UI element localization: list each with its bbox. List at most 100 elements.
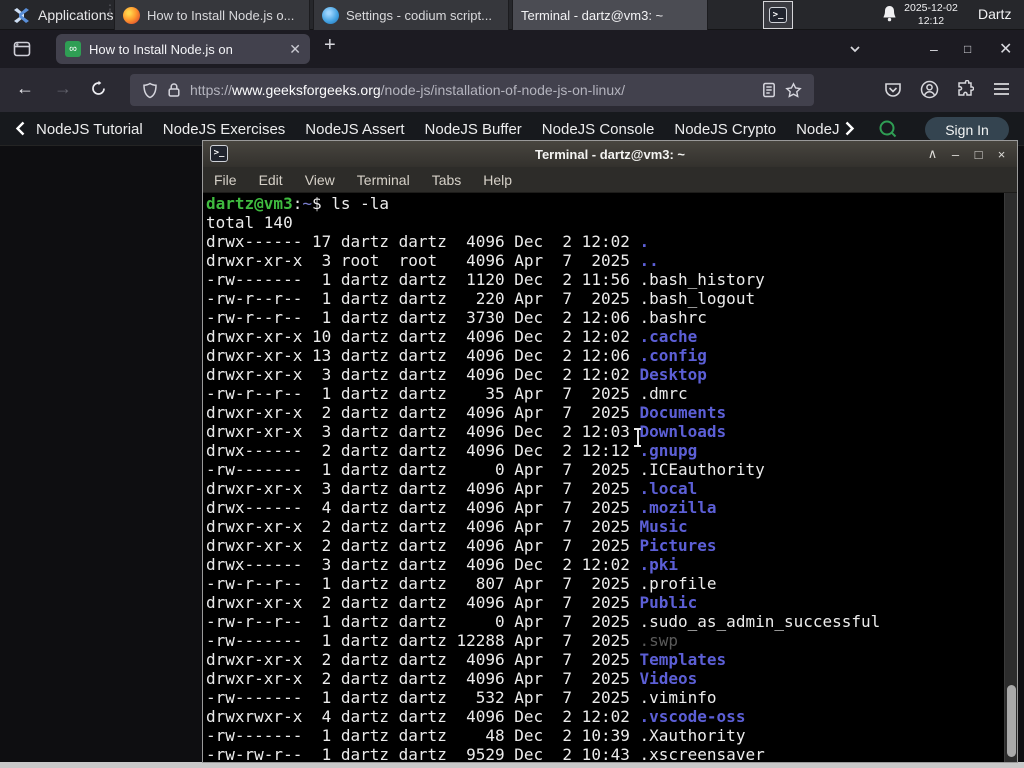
terminal-screen[interactable]: dartz@vm3:~$ ls -la total 140 drwx------ 1…: [203, 193, 1017, 762]
nav-item-nodejs-dns[interactable]: NodeJS DNS: [796, 121, 840, 138]
padlock-icon[interactable]: [167, 82, 181, 98]
listing-row: drwx------ 17 dartz dartz 4096 Dec 2 12:…: [206, 232, 650, 251]
listing-row: -rw-rw-r-- 1 dartz dartz 9529 Dec 2 10:4…: [206, 745, 765, 762]
desktop: Applications ⋮ ⋮ How to Install Node.js o…: [0, 0, 1024, 768]
window-close-button[interactable]: ✕: [999, 30, 1012, 68]
back-button[interactable]: ←: [16, 78, 34, 99]
task-title: Settings - codium script...: [346, 7, 492, 23]
terminal-maximize-button[interactable]: □: [967, 141, 990, 167]
task-button-terminal[interactable]: >_ Terminal - dartz@vm3: ~: [316, 0, 1024, 763]
url-bar[interactable]: https://www.geeksforgeeks.org/node-js/in…: [130, 74, 814, 106]
notification-bell-icon[interactable]: [882, 5, 897, 22]
listing-row: -rw------- 1 dartz dartz 0 Apr 7 2025 .I…: [206, 460, 765, 479]
extensions-puzzle-icon[interactable]: [956, 80, 974, 98]
codium-icon: [322, 6, 339, 24]
mouse-cursor-ibeam: [633, 428, 642, 449]
window-restore-button[interactable]: □: [964, 30, 971, 68]
window-minimize-button[interactable]: –: [930, 30, 938, 68]
bookmark-star-icon[interactable]: [785, 81, 802, 99]
task-title: How to Install Node.js o...: [147, 7, 295, 23]
nav-scroll-right-icon[interactable]: [843, 121, 856, 136]
geeksforgeeks-favicon-icon: ∞: [65, 41, 81, 57]
listing-row: drwxr-xr-x 2 dartz dartz 4096 Apr 7 2025…: [206, 517, 688, 536]
terminal-scrollbar-thumb[interactable]: [1007, 685, 1016, 757]
reader-mode-icon[interactable]: [762, 82, 776, 98]
firefox-icon: [123, 6, 140, 24]
listing-row: -rw------- 1 dartz dartz 12288 Apr 7 202…: [206, 631, 679, 650]
panel-clock[interactable]: 2025-12-02 12:12: [903, 2, 959, 28]
forward-button[interactable]: →: [54, 78, 72, 99]
new-tab-button[interactable]: +: [324, 34, 336, 57]
listing-row: drwxr-xr-x 10 dartz dartz 4096 Dec 2 12:…: [206, 327, 698, 346]
terminal-menu-file[interactable]: File: [203, 172, 248, 188]
listing-row: drwx------ 2 dartz dartz 4096 Dec 2 12:1…: [206, 441, 698, 460]
listing-row: drwx------ 3 dartz dartz 4096 Dec 2 12:0…: [206, 555, 679, 574]
listing-row: drwxr-xr-x 13 dartz dartz 4096 Dec 2 12:…: [206, 346, 707, 365]
terminal-menu-edit[interactable]: Edit: [248, 172, 294, 188]
listing-row: drwx------ 4 dartz dartz 4096 Apr 7 2025…: [206, 498, 717, 517]
terminal-output: dartz@vm3:~$ ls -la total 140 drwx------ 1…: [203, 193, 1017, 762]
browser-tab-active[interactable]: ∞ How to Install Node.js on ✕: [56, 34, 310, 64]
nav-item-nodejs-console[interactable]: NodeJS Console: [542, 121, 655, 138]
terminal-menu-terminal[interactable]: Terminal: [346, 172, 421, 188]
listing-row: -rw-r--r-- 1 dartz dartz 807 Apr 7 2025 …: [206, 574, 717, 593]
terminal-menu-help[interactable]: Help: [472, 172, 523, 188]
terminal-minimize-button[interactable]: –: [944, 141, 967, 167]
listing-row: -rw------- 1 dartz dartz 1120 Dec 2 11:5…: [206, 270, 765, 289]
tracking-shield-icon[interactable]: [142, 82, 158, 99]
tab-title: How to Install Node.js on: [89, 41, 233, 57]
top-panel: Applications ⋮ ⋮ How to Install Node.js o…: [0, 0, 1024, 763]
url-text: https://www.geeksforgeeks.org/node-js/in…: [190, 82, 753, 98]
clock-time: 12:12: [917, 15, 945, 27]
terminal-icon: >_: [210, 145, 228, 162]
list-tabs-chevron-icon[interactable]: [848, 30, 862, 68]
task-title: Terminal - dartz@vm3: ~: [521, 7, 664, 23]
listing-row: drwxr-xr-x 2 dartz dartz 4096 Apr 7 2025…: [206, 650, 727, 669]
listing-row: drwxr-xr-x 3 dartz dartz 4096 Dec 2 12:0…: [206, 422, 727, 441]
nav-scroll-left-icon[interactable]: [14, 121, 27, 136]
nav-item-nodejs-buffer[interactable]: NodeJS Buffer: [425, 121, 522, 138]
clock-date: 2025-12-02: [904, 2, 958, 14]
pocket-icon[interactable]: [884, 81, 902, 99]
listing-row: drwxr-xr-x 2 dartz dartz 4096 Apr 7 2025…: [206, 403, 727, 422]
terminal-shade-button[interactable]: ∧: [921, 141, 944, 167]
task-button-codium[interactable]: Settings - codium script...: [313, 0, 509, 30]
distro-logo-icon: [14, 7, 29, 23]
terminal-window: >_ Terminal - dartz@vm3: ~ ∧ – □ × File Edit…: [202, 140, 1018, 763]
search-icon[interactable]: [878, 119, 898, 139]
listing-row: -rw-r--r-- 1 dartz dartz 35 Apr 7 2025 .…: [206, 384, 688, 403]
url-domain: www.geeksforgeeks.org: [232, 82, 381, 98]
terminal-close-button[interactable]: ×: [990, 141, 1013, 167]
listing-row: drwxr-xr-x 2 dartz dartz 4096 Apr 7 2025…: [206, 669, 698, 688]
terminal-prompt-line: dartz@vm3:~$ ls -la: [206, 194, 390, 213]
listing-row: -rw-r--r-- 1 dartz dartz 0 Apr 7 2025 .s…: [206, 612, 881, 631]
listing-row: drwxr-xr-x 2 dartz dartz 4096 Apr 7 2025…: [206, 593, 698, 612]
terminal-menu-tabs[interactable]: Tabs: [421, 172, 473, 188]
terminal-window-controls: ∧ – □ ×: [921, 141, 1013, 167]
url-path: /node-js/installation-of-node-js-on-linu…: [380, 82, 626, 98]
panel-username[interactable]: Dartz: [978, 6, 1011, 22]
listing-row: drwxr-xr-x 3 dartz dartz 4096 Dec 2 12:0…: [206, 365, 707, 384]
task-button-firefox[interactable]: How to Install Node.js o...: [114, 0, 310, 30]
listing-row: -rw-r--r-- 1 dartz dartz 3730 Dec 2 12:0…: [206, 308, 707, 327]
reload-button[interactable]: [90, 80, 107, 97]
hamburger-menu-icon[interactable]: [993, 82, 1010, 96]
listing-row: -rw-r--r-- 1 dartz dartz 220 Apr 7 2025 …: [206, 289, 756, 308]
tab-close-icon[interactable]: ✕: [289, 41, 301, 58]
account-icon[interactable]: [920, 80, 939, 99]
terminal-total-line: total 140: [206, 213, 293, 232]
browser-tab-bar: ∞ How to Install Node.js on ✕ + – □ ✕: [0, 30, 1024, 68]
firefox-view-icon[interactable]: [12, 39, 32, 59]
nav-item-nodejs-assert[interactable]: NodeJS Assert: [305, 121, 404, 138]
nav-item-nodejs-crypto[interactable]: NodeJS Crypto: [674, 121, 776, 138]
listing-row: drwxr-xr-x 3 dartz dartz 4096 Apr 7 2025…: [206, 479, 698, 498]
listing-row: drwxrwxr-x 4 dartz dartz 4096 Dec 2 12:0…: [206, 707, 746, 726]
terminal-menubar: File Edit View Terminal Tabs Help: [203, 167, 1017, 193]
sign-in-button[interactable]: Sign In: [925, 117, 1009, 142]
nav-item-nodejs-tutorial[interactable]: NodeJS Tutorial: [36, 121, 143, 138]
nav-item-nodejs-exercises[interactable]: NodeJS Exercises: [163, 121, 286, 138]
tray-terminal-icon[interactable]: >_: [763, 1, 793, 29]
terminal-menu-view[interactable]: View: [294, 172, 346, 188]
terminal-scrollbar[interactable]: [1004, 193, 1017, 762]
terminal-titlebar[interactable]: >_ Terminal - dartz@vm3: ~ ∧ – □ ×: [203, 141, 1017, 167]
